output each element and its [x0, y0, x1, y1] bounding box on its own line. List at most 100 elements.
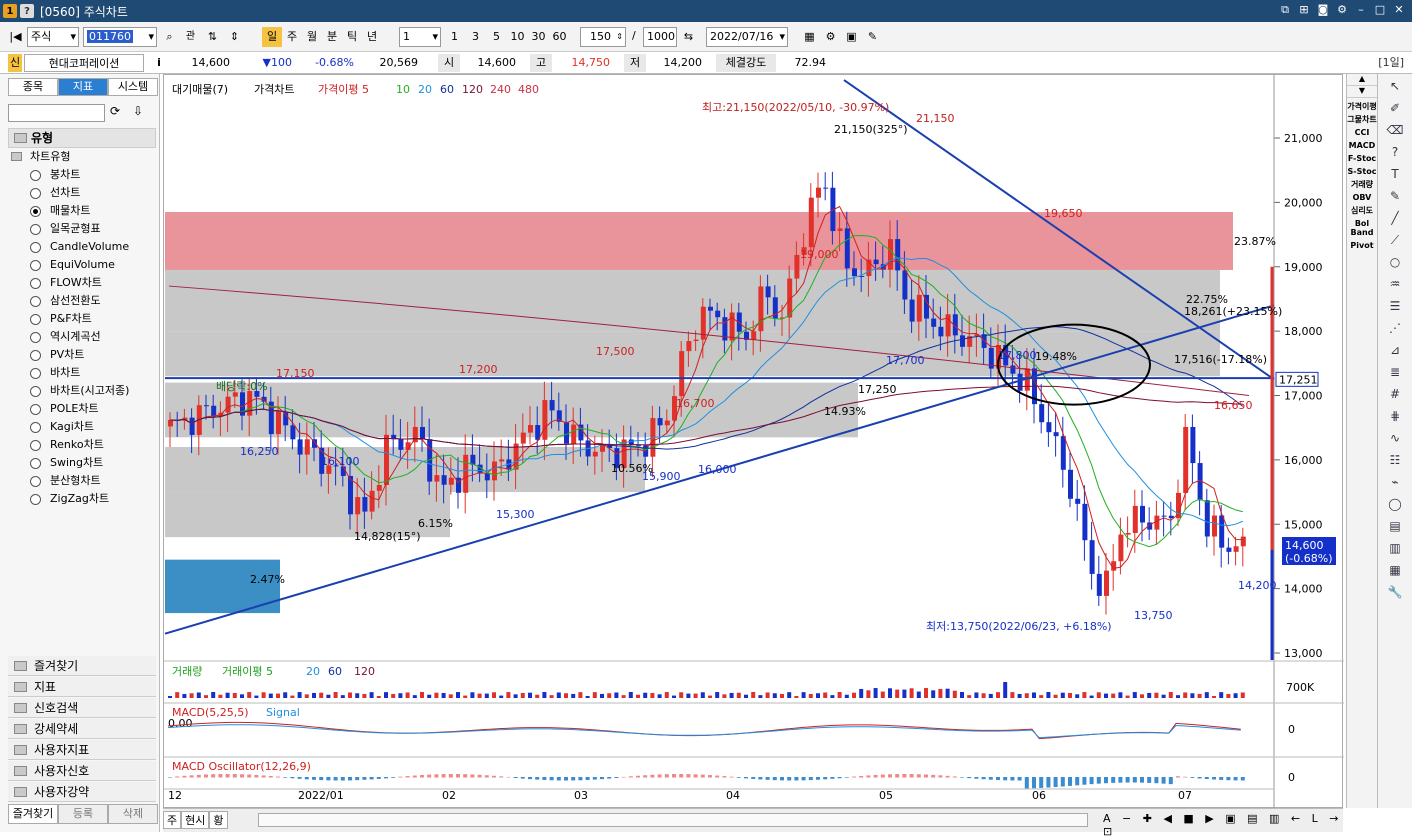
indicator-shortcut[interactable]: CCI — [1347, 128, 1377, 137]
chart-type-item[interactable]: 분산형차트 — [8, 472, 156, 490]
chart-type-item[interactable]: P&F차트 — [8, 310, 156, 328]
period-tab[interactable]: 월 — [302, 27, 322, 47]
chart-type-item[interactable]: Swing차트 — [8, 454, 156, 472]
chart-type-item[interactable]: 바차트(시고저종) — [8, 382, 156, 400]
period-tab[interactable]: 분 — [322, 27, 342, 47]
scroll-down-icon[interactable]: ▼ — [1347, 86, 1377, 98]
ray-icon[interactable]: ⟋ — [1384, 230, 1406, 250]
folder-item[interactable]: 지표 — [8, 677, 156, 697]
grid2-icon[interactable]: ⋕ — [1384, 406, 1406, 426]
code-input[interactable]: 011760 ▾ — [83, 27, 157, 47]
radio-button[interactable] — [30, 458, 41, 469]
wave-icon[interactable]: ∿ — [1384, 428, 1406, 448]
radio-button[interactable] — [30, 440, 41, 451]
gann-icon[interactable]: ⋰ — [1384, 318, 1406, 338]
help-badge[interactable]: ? — [20, 4, 34, 18]
sort-icon[interactable]: ⇅ — [203, 27, 222, 47]
table-icon[interactable]: ▦ — [1384, 560, 1406, 580]
indicator-shortcut[interactable]: S-Stoc — [1347, 167, 1377, 176]
left-tab[interactable]: 시스템 — [108, 78, 158, 96]
radio-button[interactable] — [30, 224, 41, 235]
chart-type-item[interactable]: CandleVolume — [8, 238, 156, 256]
eraser-icon[interactable]: ✐ — [1384, 98, 1406, 118]
zoom-controls[interactable]: A − ✚ ◀ ■ ▶ ▣ ▤ ▥ ← L → ⊡ — [1103, 812, 1343, 838]
period-tab[interactable]: 주 — [282, 27, 302, 47]
quick-interval-button[interactable]: 30 — [528, 27, 549, 47]
count-input[interactable]: 150 ⇕ — [580, 27, 626, 47]
period-tab[interactable]: 틱 — [342, 27, 362, 47]
folder-item[interactable]: 강세약세 — [8, 719, 156, 739]
window-badge[interactable]: 1 — [3, 4, 17, 18]
fan-icon[interactable]: ⊿ — [1384, 340, 1406, 360]
indicator-shortcut[interactable]: 그물차트 — [1347, 115, 1377, 124]
quick-interval-button[interactable]: 3 — [465, 27, 486, 47]
tool-icon[interactable]: ✎ — [863, 27, 882, 47]
sync-icon[interactable]: ⇆ — [679, 27, 698, 47]
indicator-shortcut[interactable]: Pivot — [1347, 241, 1377, 250]
horizontal-scrollbar[interactable] — [258, 813, 1088, 827]
info-icon[interactable]: i — [150, 54, 168, 72]
quick-interval-button[interactable]: 10 — [507, 27, 528, 47]
updown-icon[interactable]: ⇕ — [225, 27, 244, 47]
help-icon[interactable]: ? — [1384, 142, 1406, 162]
channel-icon[interactable]: ☰ — [1384, 296, 1406, 316]
circle-icon[interactable]: ○ — [1384, 252, 1406, 272]
chart-type-item[interactable]: 매물차트 — [8, 202, 156, 220]
radio-button[interactable] — [30, 350, 41, 361]
radio-button[interactable] — [30, 296, 41, 307]
status-tab[interactable]: 황 — [209, 811, 228, 829]
text-icon[interactable]: T — [1384, 164, 1406, 184]
folder-item[interactable]: 즐겨찾기 — [8, 656, 156, 676]
first-icon[interactable]: |◀ — [6, 27, 25, 47]
indicator-shortcut[interactable]: 심리도 — [1347, 206, 1377, 215]
settings-icon[interactable]: ⚙ — [1335, 3, 1349, 17]
list-icon[interactable]: ☷ — [1384, 450, 1406, 470]
download-icon[interactable]: ⇩ — [133, 104, 143, 118]
config-icon[interactable]: ⚙ — [821, 27, 840, 47]
period-tab[interactable]: 일 — [262, 27, 282, 47]
radio-button[interactable] — [30, 476, 41, 487]
indicator-shortcut[interactable]: F-Stoc — [1347, 154, 1377, 163]
chart-type-item[interactable]: 역시계곡선 — [8, 328, 156, 346]
calc-icon[interactable]: ▦ — [800, 27, 819, 47]
refresh-icon[interactable]: ⟳ — [110, 104, 120, 118]
search-icon[interactable]: ⌕ — [160, 27, 179, 47]
doc-icon[interactable]: ▤ — [1384, 516, 1406, 536]
close-icon[interactable]: ✕ — [1392, 3, 1406, 17]
folder-item[interactable]: 사용자지표 — [8, 740, 156, 760]
radio-button[interactable] — [30, 314, 41, 325]
chart-type-item[interactable]: Renko차트 — [8, 436, 156, 454]
radio-button[interactable] — [30, 188, 41, 199]
radio-button[interactable] — [30, 332, 41, 343]
cycle-icon[interactable]: ♒ — [1384, 274, 1406, 294]
chart-type-item[interactable]: POLE차트 — [8, 400, 156, 418]
quick-interval-button[interactable]: 1 — [444, 27, 465, 47]
indicator-shortcut[interactable]: OBV — [1347, 193, 1377, 202]
chart-type-item[interactable]: 일목균형표 — [8, 220, 156, 238]
radio-button[interactable] — [30, 494, 41, 505]
wrench-icon[interactable]: 🔧 — [1384, 582, 1406, 602]
bottom-tab[interactable]: 즐겨찾기 — [8, 804, 58, 824]
pen-icon[interactable]: ✎ — [1384, 186, 1406, 206]
indicator-shortcut[interactable]: MACD — [1347, 141, 1377, 150]
chart-type-item[interactable]: 봉차트 — [8, 166, 156, 184]
radio-button[interactable] — [30, 206, 41, 217]
quick-interval-button[interactable]: 5 — [486, 27, 507, 47]
shape-icon[interactable]: ◯ — [1384, 494, 1406, 514]
all-icon[interactable]: ⌫ — [1384, 120, 1406, 140]
max-count-input[interactable]: 1000 — [643, 27, 677, 47]
price-chart[interactable]: 21,000 20,000 19,000 18,000 17,000 16,000 15,0… — [164, 75, 1344, 809]
chart-type-item[interactable]: 바차트 — [8, 364, 156, 382]
watch-button[interactable]: 관 — [181, 27, 200, 47]
restore-icon[interactable]: ⧉ — [1278, 3, 1292, 17]
indicator-search-input[interactable] — [8, 104, 105, 122]
radio-button[interactable] — [30, 386, 41, 397]
scroll-up-icon[interactable]: ▲ — [1347, 74, 1377, 86]
chart-type-item[interactable]: EquiVolume — [8, 256, 156, 274]
group-item[interactable]: 차트유형 — [8, 148, 156, 166]
fibo-icon[interactable]: ≣ — [1384, 362, 1406, 382]
radio-button[interactable] — [30, 242, 41, 253]
bottom-tab[interactable]: 삭제 — [108, 804, 158, 824]
minimize-icon[interactable]: – — [1354, 3, 1368, 17]
folder-item[interactable]: 사용자신호 — [8, 761, 156, 781]
